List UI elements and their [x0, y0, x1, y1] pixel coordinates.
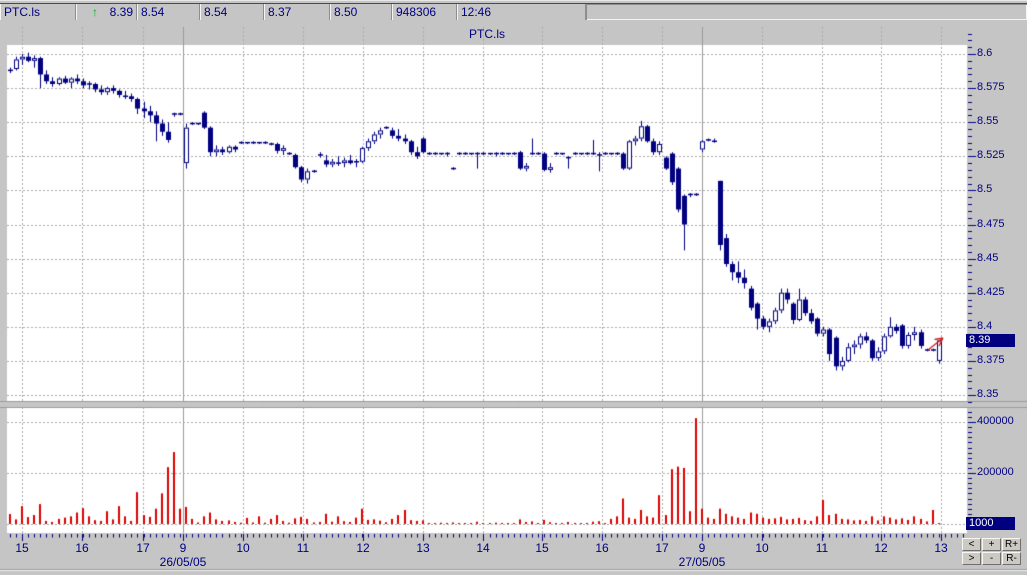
y-axis-price-label: 8.4 [977, 319, 993, 332]
range-minus-button[interactable]: R- [1002, 552, 1021, 565]
y-axis-price-label: 8.35 [977, 388, 999, 400]
x-axis-hour-label: 10 [755, 541, 769, 555]
quote-field-1[interactable]: 8.54 [137, 4, 200, 20]
quote-last-value: 8.39 [109, 5, 133, 19]
quote-time[interactable]: 12:46 [457, 4, 586, 20]
quote-field-4[interactable]: 8.50 [330, 4, 392, 20]
x-axis-hour-label: 16 [595, 541, 609, 555]
x-axis-hour-label: 9 [698, 541, 706, 555]
y-axis-price-label: 8.575 [977, 81, 1005, 94]
quote-volume-value: 948306 [396, 5, 437, 19]
x-axis-hour-label: 12 [356, 541, 370, 555]
quote-field-2-value: 8.54 [204, 5, 228, 19]
last-volume-axis-label: 1000 [966, 517, 1015, 530]
y-axis-price-label: 8.525 [977, 149, 1005, 162]
x-axis-hour-label: 11 [296, 541, 310, 555]
y-axis-price-label: 8.55 [977, 115, 999, 128]
y-axis-price-label: 8.425 [977, 285, 1005, 298]
y-axis-price-label: 8.375 [977, 353, 1005, 366]
quote-field-3-value: 8.37 [268, 5, 292, 19]
chart-nav-buttons: < + R+ > - R- [962, 538, 1021, 565]
trading-chart-window: PTC.ls ↑ 8.39 8.54 8.54 8.37 8.50 948306 … [0, 0, 1027, 575]
x-axis-date-label: 27/05/05 [678, 555, 726, 569]
quote-field-2[interactable]: 8.54 [200, 4, 264, 20]
up-arrow-icon: ↑ [92, 5, 98, 19]
x-axis-hour-label: 11 [815, 541, 829, 555]
x-axis-hour-label: 13 [416, 541, 430, 555]
y-axis-volume-label: 400000 [977, 415, 1014, 427]
quote-symbol-text: PTC.ls [4, 5, 40, 19]
y-axis-volume-label: 200000 [977, 466, 1014, 478]
chart-title: PTC.ls [469, 27, 505, 41]
y-axis-price-label: 8.6 [977, 47, 993, 59]
x-axis-hour-label: 9 [179, 541, 187, 555]
quote-empty-cell [586, 4, 1027, 20]
range-plus-button[interactable]: R+ [1002, 538, 1021, 551]
quote-bar: PTC.ls ↑ 8.39 8.54 8.54 8.37 8.50 948306 … [0, 3, 1027, 22]
zoom-out-button[interactable]: - [982, 552, 1001, 565]
y-axis-price-label: 8.475 [977, 217, 1005, 230]
quote-symbol[interactable]: PTC.ls [0, 4, 76, 20]
x-axis-hour-label: 12 [874, 541, 888, 555]
x-axis-hour-label: 10 [236, 541, 250, 555]
x-axis-hour-label: 17 [136, 541, 150, 555]
y-axis-price-label: 8.45 [977, 251, 999, 264]
x-axis-hour-label: 14 [476, 541, 490, 555]
quote-field-1-value: 8.54 [141, 5, 165, 19]
x-axis-hour-label: 15 [15, 541, 29, 555]
nav-right-button[interactable]: > [962, 552, 981, 565]
x-axis-hour-label: 13 [934, 541, 948, 555]
quote-field-4-value: 8.50 [334, 5, 358, 19]
y-axis-price-label: 8.5 [977, 183, 993, 196]
nav-left-button[interactable]: < [962, 538, 981, 551]
price-volume-chart[interactable] [0, 21, 1027, 575]
zoom-in-button[interactable]: + [982, 538, 1001, 551]
quote-last[interactable]: ↑ 8.39 [76, 4, 137, 20]
quote-time-value: 12:46 [461, 5, 492, 19]
x-axis-hour-label: 15 [535, 541, 549, 555]
x-axis-hour-label: 16 [75, 541, 89, 555]
quote-field-3[interactable]: 8.37 [264, 4, 330, 20]
last-price-axis-label: 8.39 [966, 334, 1015, 347]
quote-volume[interactable]: 948306 [392, 4, 457, 20]
x-axis-hour-label: 17 [655, 541, 669, 555]
x-axis-date-label: 26/05/05 [159, 555, 207, 569]
